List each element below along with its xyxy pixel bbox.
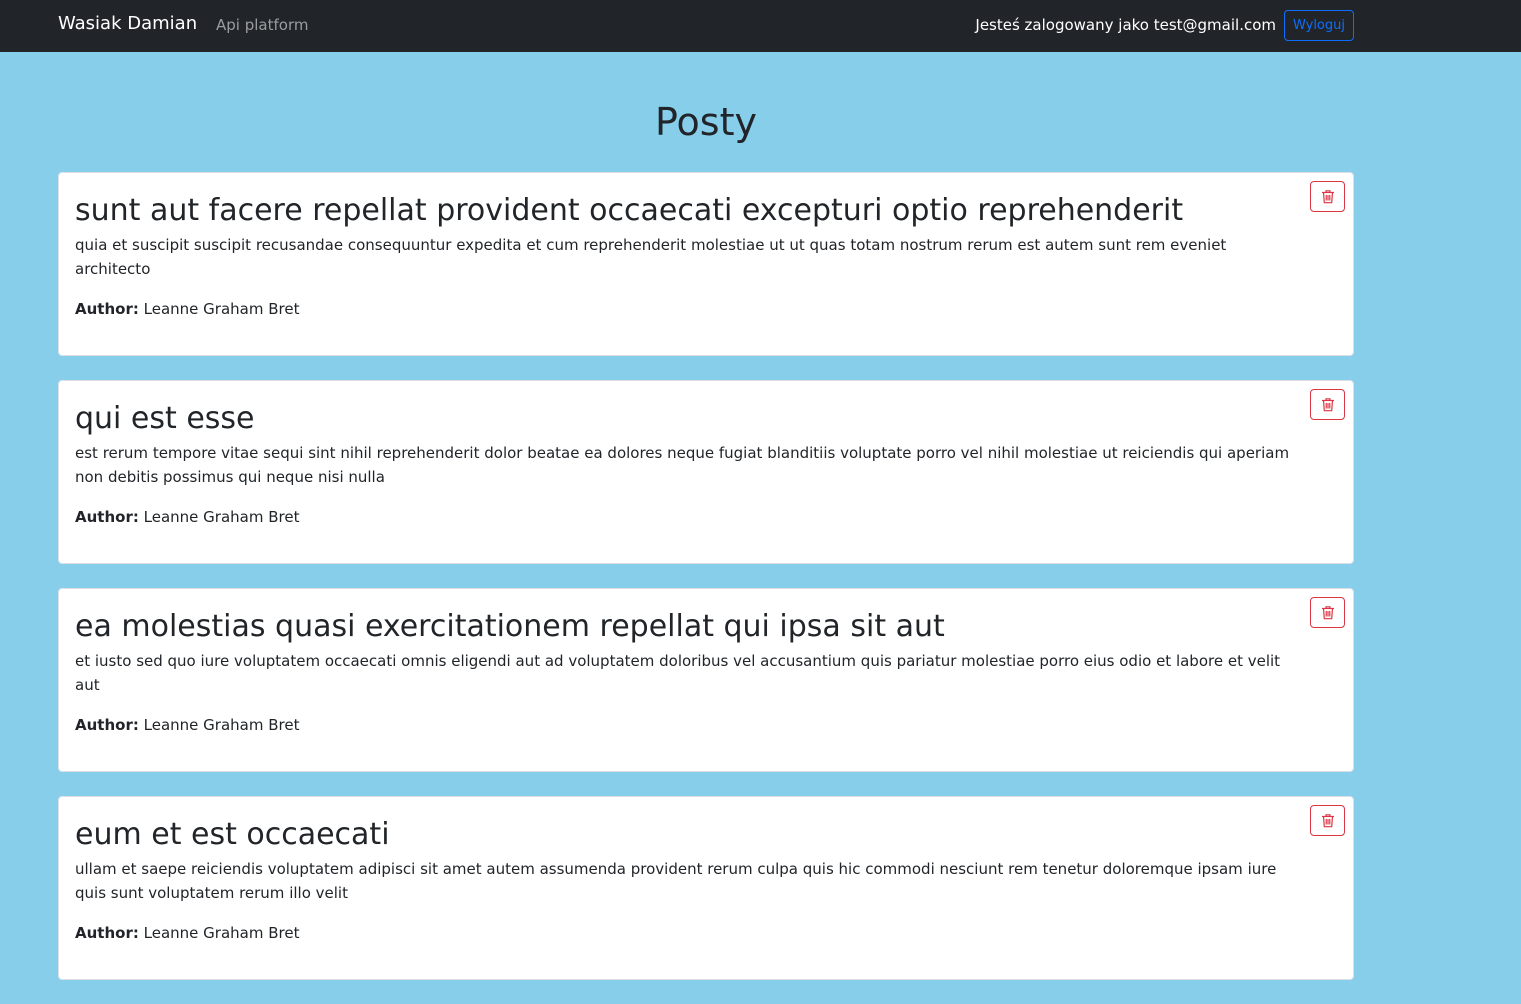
logged-in-status: Jesteś zalogowany jako test@gmail.com — [975, 16, 1276, 34]
author-label: Author: — [75, 300, 139, 318]
post-card: qui est esse est rerum tempore vitae seq… — [58, 380, 1354, 564]
author-name: Leanne Graham Bret — [143, 300, 300, 318]
post-author: Author: Leanne Graham Bret — [75, 297, 1291, 321]
delete-post-button[interactable] — [1310, 389, 1345, 420]
author-label: Author: — [75, 924, 139, 942]
post-card: eum et est occaecati ullam et saepe reic… — [58, 796, 1354, 980]
author-name: Leanne Graham Bret — [143, 508, 300, 526]
logout-button[interactable]: Wyloguj — [1284, 9, 1354, 41]
delete-post-button[interactable] — [1310, 597, 1345, 628]
post-body: est rerum tempore vitae sequi sint nihil… — [75, 444, 1290, 486]
trash-icon — [1321, 397, 1335, 412]
post-author: Author: Leanne Graham Bret — [75, 505, 1291, 529]
post-body: ullam et saepe reiciendis voluptatem adi… — [75, 860, 1277, 902]
trash-icon — [1321, 189, 1335, 204]
author-label: Author: — [75, 508, 139, 526]
brand-link[interactable]: Wasiak Damian — [58, 13, 197, 34]
navbar: Wasiak Damian Api platform Jesteś zalogo… — [0, 0, 1521, 52]
post-author: Author: Leanne Graham Bret — [75, 921, 1291, 945]
user-area: Jesteś zalogowany jako test@gmail.com Wy… — [975, 9, 1354, 41]
trash-icon — [1321, 605, 1335, 620]
post-card: sunt aut facere repellat provident occae… — [58, 172, 1354, 356]
post-body: quia et suscipit suscipit recusandae con… — [75, 236, 1227, 278]
post-author: Author: Leanne Graham Bret — [75, 713, 1291, 737]
post-title: ea molestias quasi exercitationem repell… — [75, 609, 945, 644]
author-label: Author: — [75, 716, 139, 734]
delete-post-button[interactable] — [1310, 805, 1345, 836]
post-title: sunt aut facere repellat provident occae… — [75, 193, 1184, 228]
post-body: et iusto sed quo iure voluptatem occaeca… — [75, 652, 1281, 694]
post-title: eum et est occaecati — [75, 817, 390, 852]
author-name: Leanne Graham Bret — [143, 716, 300, 734]
trash-icon — [1321, 813, 1335, 828]
post-list: sunt aut facere repellat provident occae… — [58, 172, 1354, 1004]
nav-link-api-platform[interactable]: Api platform — [216, 16, 308, 34]
post-card: ea molestias quasi exercitationem repell… — [58, 588, 1354, 772]
page-title: Posty — [655, 100, 757, 144]
author-name: Leanne Graham Bret — [143, 924, 300, 942]
post-title: qui est esse — [75, 401, 255, 436]
delete-post-button[interactable] — [1310, 181, 1345, 212]
